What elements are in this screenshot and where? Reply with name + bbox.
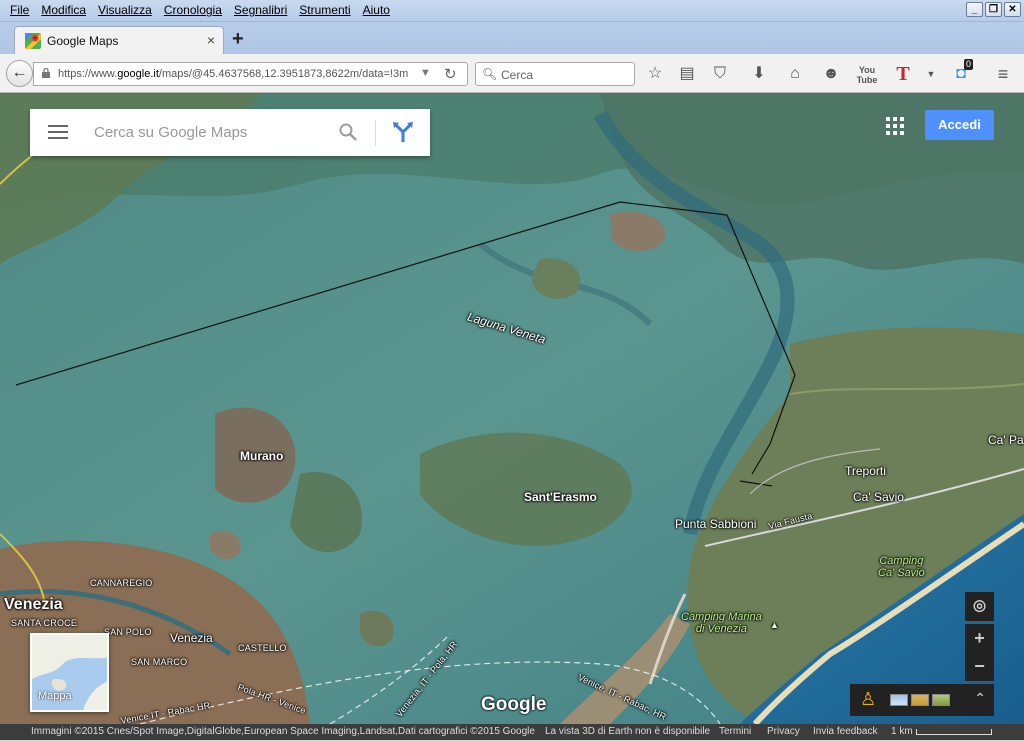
restore-button[interactable]: ❐ (985, 2, 1002, 17)
zoom-in-button[interactable]: + (965, 624, 994, 653)
layer-thumb-2-icon[interactable] (911, 694, 929, 706)
menu-strumenti[interactable]: Strumenti (293, 3, 356, 17)
label-cannaregio: CANNAREGIO (90, 578, 153, 588)
label-camping-marina: Camping Marina di Venezia (681, 611, 762, 635)
close-window-button[interactable]: ✕ (1004, 2, 1021, 17)
my-location-button[interactable]: ◎ (965, 592, 994, 621)
url-bar[interactable]: https://www.google.it/maps/@45.4637568,1… (33, 62, 468, 86)
google-logo: Google (481, 694, 547, 715)
feedback-link[interactable]: Invia feedback (813, 726, 878, 737)
back-button[interactable]: ← (6, 60, 33, 87)
map-footer: Immagini ©2015 Cnes/Spot Image,DigitalGl… (0, 724, 1024, 740)
translate-dropdown-icon[interactable]: ▼ (920, 63, 942, 85)
zoom-out-button[interactable]: − (965, 652, 994, 681)
extension-icon[interactable]: ◘ 0 (950, 59, 974, 85)
minimap-label: Mappa (38, 690, 72, 702)
maps-search-box: Cerca su Google Maps (30, 109, 430, 156)
navigation-bar: ← https://www.google.it/maps/@45.4637568… (0, 54, 1024, 93)
apps-grid-icon[interactable] (886, 117, 904, 135)
label-camping-ca-savio: Camping Ca' Savio (878, 555, 925, 579)
map-canvas[interactable]: Laguna Veneta Murano Venezia SANTA CROCE… (0, 94, 1024, 724)
reading-list-icon[interactable]: ▤ (676, 63, 698, 85)
search-icon: 🔍︎ (482, 67, 498, 81)
layer-thumb-1-icon[interactable] (890, 694, 908, 706)
label-venezia-city: Venezia (4, 596, 63, 613)
menu-bar: File Modifica Visualizza Cronologia Segn… (4, 3, 396, 17)
tab-close-icon[interactable]: × (207, 32, 215, 48)
terms-link[interactable]: Termini (719, 726, 751, 737)
label-ca-savio: Ca' Savio (853, 490, 904, 504)
hamburger-menu-icon[interactable] (48, 125, 68, 139)
search-icon[interactable] (338, 122, 358, 142)
label-venezia: Venezia (170, 631, 213, 645)
scale-bar (916, 729, 992, 735)
url-dropdown-icon[interactable]: ▼ (420, 67, 431, 79)
chat-icon[interactable]: ☻ (820, 63, 842, 85)
window-controls: _ ❐ ✕ (966, 2, 1021, 17)
maps-search-input[interactable]: Cerca su Google Maps (94, 124, 247, 141)
label-murano: Murano (240, 449, 284, 463)
label-sant-erasmo: Sant'Erasmo (524, 490, 597, 504)
camping-marker-icon[interactable]: ▲ (770, 620, 779, 630)
satellite-imagery (0, 94, 1024, 724)
privacy-link[interactable]: Privacy (767, 726, 800, 737)
tab-strip: Google Maps × + (0, 22, 1024, 54)
lock-icon (42, 68, 50, 78)
reload-icon[interactable]: ↻ (444, 65, 457, 83)
map-view-toggle[interactable]: Mappa (30, 633, 109, 712)
menu-icon[interactable]: ≡ (992, 63, 1014, 85)
menu-visualizza[interactable]: Visualizza (92, 3, 158, 17)
url-text[interactable]: https://www.google.it/maps/@45.4637568,1… (58, 68, 418, 80)
sign-in-button[interactable]: Accedi (925, 110, 994, 140)
expand-imagery-icon[interactable]: ⌃ (974, 690, 986, 707)
star-icon[interactable]: ☆ (644, 63, 666, 85)
pegman-icon[interactable]: ♙ (860, 689, 876, 710)
tab-title: Google Maps (47, 34, 119, 48)
layer-thumb-3-icon[interactable] (932, 694, 950, 706)
home-icon[interactable]: ⌂ (784, 63, 806, 85)
minimize-button[interactable]: _ (966, 2, 983, 17)
youtube-icon[interactable]: You Tube (856, 63, 878, 85)
imagery-credits: Immagini ©2015 Cnes/Spot Image,DigitalGl… (31, 726, 535, 737)
extension-badge: 0 (964, 59, 974, 70)
browser-search-placeholder: Cerca (501, 68, 534, 82)
label-ca-pa: Ca' Pa (988, 433, 1024, 447)
menu-modifica[interactable]: Modifica (35, 3, 92, 17)
label-san-marco: SAN MARCO (131, 657, 188, 667)
title-bar: File Modifica Visualizza Cronologia Segn… (0, 0, 1024, 22)
scale-label: 1 km (891, 726, 913, 737)
menu-cronologia[interactable]: Cronologia (158, 3, 228, 17)
browser-search-field[interactable]: 🔍︎ Cerca (475, 62, 635, 86)
layers-strip: ♙ ⌃ (850, 684, 994, 716)
google-maps-favicon-icon (25, 33, 41, 49)
pocket-icon[interactable]: ⛉ (709, 63, 731, 85)
new-tab-button[interactable]: + (232, 28, 244, 51)
menu-segnalibri[interactable]: Segnalibri (228, 3, 293, 17)
search-divider (375, 120, 376, 146)
tab-google-maps[interactable]: Google Maps × (14, 26, 224, 54)
translate-icon[interactable]: T (892, 63, 914, 85)
earth-note: La vista 3D di Earth non è disponibile (545, 726, 711, 737)
menu-file[interactable]: File (4, 3, 35, 17)
menu-aiuto[interactable]: Aiuto (357, 3, 396, 17)
label-punta-sabbioni: Punta Sabbioni (675, 517, 757, 531)
directions-icon[interactable] (392, 121, 414, 143)
label-treporti: Treporti (845, 464, 886, 478)
label-castello: CASTELLO (238, 643, 287, 653)
label-san-polo: SAN POLO (104, 627, 152, 637)
label-santa-croce: SANTA CROCE (11, 618, 78, 628)
download-icon[interactable]: ⬇ (748, 63, 770, 85)
